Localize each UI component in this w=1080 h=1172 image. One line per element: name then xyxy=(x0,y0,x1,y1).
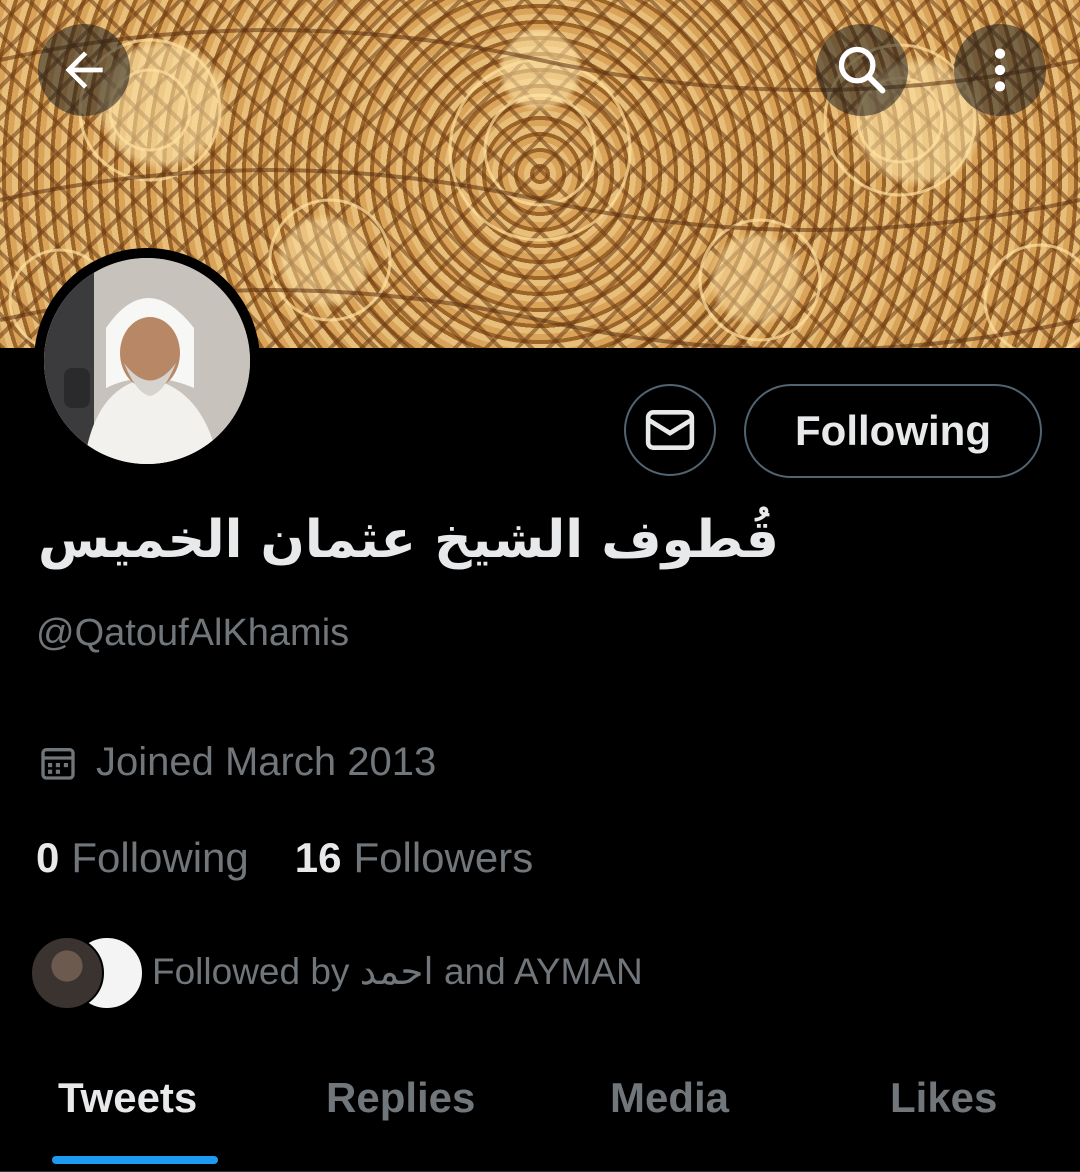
tab-tweets[interactable]: Tweets xyxy=(58,1074,197,1122)
message-button[interactable] xyxy=(624,384,716,476)
followers-label: Followers xyxy=(353,834,534,881)
tab-likes[interactable]: Likes xyxy=(890,1074,997,1122)
following-button[interactable]: Following xyxy=(744,384,1042,478)
following-count-link[interactable]: 0 Following xyxy=(36,834,249,882)
profile-avatar[interactable] xyxy=(34,248,260,474)
avatar-image xyxy=(44,258,250,464)
search-icon xyxy=(838,46,886,94)
username-handle: @QatoufAlKhamis xyxy=(36,612,350,654)
profile-tabs: Tweets Replies Media Likes xyxy=(0,1062,1080,1172)
profile-stats: 0 Following 16 Followers xyxy=(36,834,533,882)
joined-text: Joined March 2013 xyxy=(96,740,437,784)
more-options-button[interactable] xyxy=(954,24,1046,116)
followers-count-link[interactable]: 16 Followers xyxy=(295,834,533,882)
follower-avatar xyxy=(30,936,104,1010)
active-tab-indicator xyxy=(52,1156,218,1164)
back-button[interactable] xyxy=(38,24,130,116)
envelope-icon xyxy=(645,410,695,450)
following-count: 0 xyxy=(36,834,60,881)
more-vertical-icon xyxy=(994,48,1006,92)
follower-avatars xyxy=(30,934,144,1010)
calendar-icon xyxy=(38,743,78,783)
arrow-left-icon xyxy=(65,51,103,89)
followed-by[interactable]: Followed by احمد and AYMAN xyxy=(30,934,643,1010)
followed-by-text: Followed by احمد and AYMAN xyxy=(152,950,643,992)
joined-date: Joined March 2013 xyxy=(38,740,436,785)
tab-media[interactable]: Media xyxy=(610,1074,729,1122)
search-button[interactable] xyxy=(816,24,908,116)
followers-count: 16 xyxy=(294,834,342,881)
following-label: Following xyxy=(71,834,249,881)
display-name: قُطوف الشيخ عثمان الخميس xyxy=(38,510,779,570)
tab-replies[interactable]: Replies xyxy=(326,1074,475,1122)
